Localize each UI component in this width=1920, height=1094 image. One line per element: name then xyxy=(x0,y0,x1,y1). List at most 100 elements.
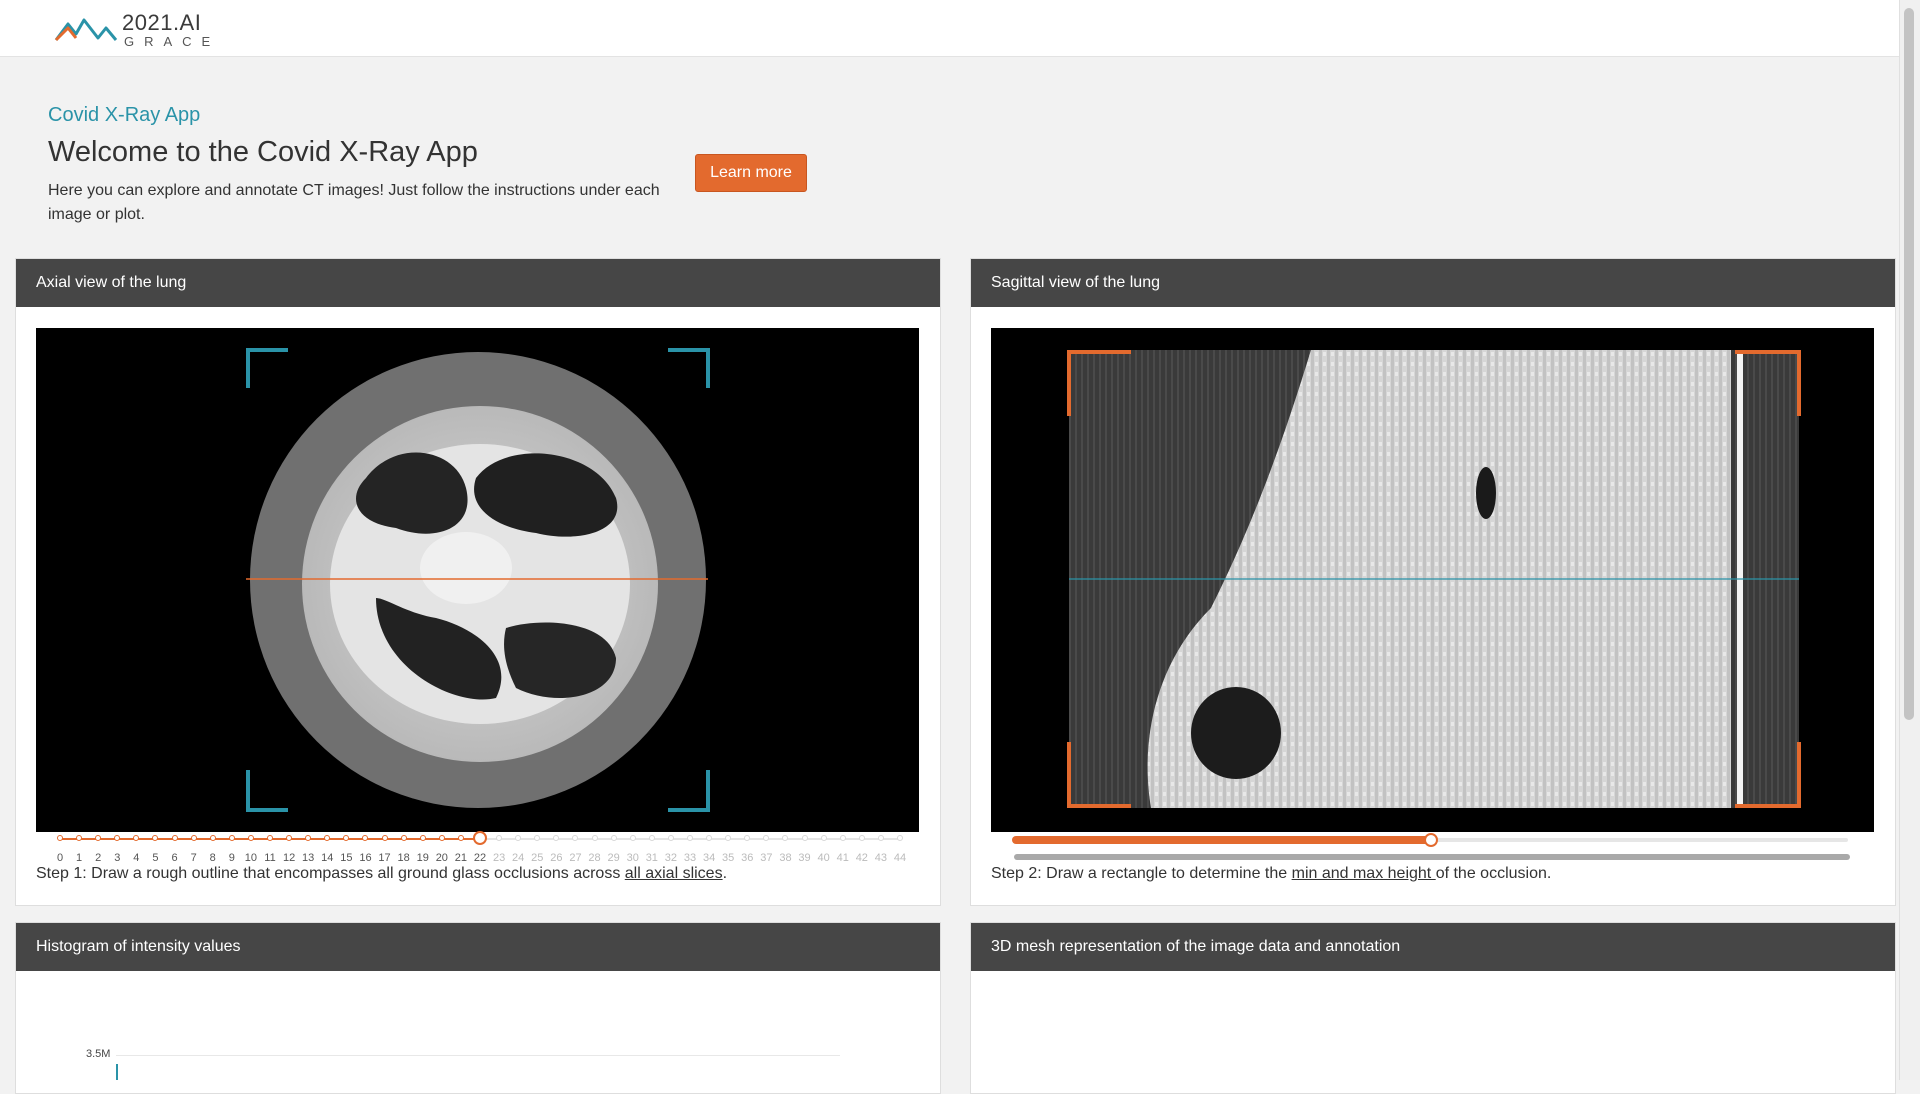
axial-slider-tick[interactable] xyxy=(725,835,732,841)
sagittal-slider-fill xyxy=(1012,836,1432,844)
mesh-panel: 3D mesh representation of the image data… xyxy=(970,922,1896,1094)
axial-slider-tick[interactable] xyxy=(839,835,846,841)
axial-slider-tick[interactable] xyxy=(152,835,159,841)
axial-slider-label: 7 xyxy=(190,852,197,864)
scrollbar-thumb[interactable] xyxy=(1904,8,1914,720)
histogram-panel-header: Histogram of intensity values xyxy=(16,923,940,971)
axial-slider-tick[interactable] xyxy=(381,835,388,841)
axial-slider-tick[interactable] xyxy=(95,835,102,841)
axial-slider-label: 24 xyxy=(512,852,525,864)
axial-slider-tick[interactable] xyxy=(400,835,407,841)
axial-step-instructions: Step 1: Draw a rough outline that encomp… xyxy=(36,865,728,882)
mountain-logo-icon xyxy=(54,18,118,42)
axial-slider-tick[interactable] xyxy=(267,835,273,841)
page-scrollbar[interactable] xyxy=(1899,0,1920,1080)
axial-slider-label: 5 xyxy=(152,852,159,864)
axial-slider-tick[interactable] xyxy=(687,835,693,841)
axial-slider-tick[interactable] xyxy=(629,835,636,841)
sagittal-slider-track xyxy=(1432,838,1848,842)
axial-slider-label: 12 xyxy=(282,852,296,864)
axial-slider-tick[interactable] xyxy=(457,835,464,841)
page-title: Welcome to the Covid X-Ray App xyxy=(48,136,478,168)
axial-slider-label: 40 xyxy=(817,852,830,864)
axial-slider-handle[interactable] xyxy=(473,831,487,845)
axial-slider-tick[interactable] xyxy=(114,835,121,841)
axial-slider-tick[interactable] xyxy=(515,835,522,841)
app-breadcrumb[interactable]: Covid X-Ray App xyxy=(48,104,200,127)
sagittal-image-viewer[interactable] xyxy=(991,328,1874,832)
axial-slider-label: 8 xyxy=(209,852,216,864)
axial-slider-tick[interactable] xyxy=(438,835,445,841)
axial-slider-label: 10 xyxy=(244,852,258,864)
axial-slider-tick[interactable] xyxy=(362,835,369,841)
histogram-bar xyxy=(116,1064,118,1080)
axial-slider-label: 44 xyxy=(893,852,907,864)
brand-logo[interactable]: 2021.AI GRACE xyxy=(54,8,214,49)
axial-slider-tick[interactable] xyxy=(343,835,350,841)
axial-slider-tick[interactable] xyxy=(763,835,770,841)
axial-slider-tick[interactable] xyxy=(305,835,312,841)
axial-slider-tick[interactable] xyxy=(324,835,331,841)
axial-slice-slider[interactable]: 0 1 2 3 4 5 6 7 8 9 10 11 12 13 14 15 16 17 18 19 20 21 22 23 24… xyxy=(57,831,906,864)
sagittal-step-instructions: Step 2: Draw a rectangle to determine th… xyxy=(991,865,1552,882)
axial-image-viewer[interactable] xyxy=(36,328,919,832)
axial-slider-label: 29 xyxy=(607,852,620,864)
sagittal-slider-handle[interactable] xyxy=(1424,833,1438,847)
axial-slider-label: 39 xyxy=(798,852,811,864)
axial-slider-tick[interactable] xyxy=(171,835,178,841)
axial-slider-label: 0 xyxy=(56,852,64,864)
axial-slider-label: 3 xyxy=(114,852,121,864)
learn-more-button[interactable]: Learn more xyxy=(695,154,807,192)
axial-slider-tick[interactable] xyxy=(247,835,254,841)
axial-panel-header: Axial view of the lung xyxy=(16,259,940,307)
axial-slider-label: 1 xyxy=(76,852,83,864)
axial-slider-label: 30 xyxy=(626,852,639,864)
axial-slider-tick[interactable] xyxy=(667,835,674,841)
axial-slider-tick[interactable] xyxy=(877,835,884,841)
axial-slider-label: 27 xyxy=(569,852,582,864)
axial-slider-tick[interactable] xyxy=(553,835,560,841)
axial-slider-label: 9 xyxy=(228,852,235,864)
axial-slider-label: 33 xyxy=(683,852,697,864)
axial-slider-tick[interactable] xyxy=(209,835,216,841)
axial-slider-tick[interactable] xyxy=(572,835,579,841)
axial-slider-label: 26 xyxy=(550,852,563,864)
axial-slider-label: 19 xyxy=(416,852,429,864)
sagittal-range-slider[interactable] xyxy=(1012,832,1856,862)
axial-slider-label: 4 xyxy=(133,852,140,864)
axial-slider-label: 42 xyxy=(855,852,868,864)
axial-slider-tick[interactable] xyxy=(858,835,865,841)
axial-slider-tick[interactable] xyxy=(801,835,808,841)
axial-slider-label: 32 xyxy=(664,852,678,864)
axial-slider-tick[interactable] xyxy=(286,835,293,841)
axial-slices-link[interactable]: all axial slices xyxy=(625,865,723,882)
axial-slider-label: 37 xyxy=(760,852,773,864)
axial-slider-label: 36 xyxy=(741,852,754,864)
axial-slider-label: 22 xyxy=(473,852,487,864)
axial-slider-label: 20 xyxy=(435,852,448,864)
axial-slider-tick[interactable] xyxy=(133,835,140,841)
axial-slider-tick[interactable] xyxy=(76,835,83,841)
axial-slider-tick[interactable] xyxy=(496,835,503,841)
axial-slider-tick[interactable] xyxy=(228,835,235,841)
min-max-height-link[interactable]: min and max height xyxy=(1292,865,1436,882)
axial-slider-tick[interactable] xyxy=(534,835,541,841)
axial-slider-tick[interactable] xyxy=(648,835,655,841)
brand-name: 2021.AI xyxy=(122,10,202,35)
axial-slider-tick[interactable] xyxy=(190,835,197,841)
axial-slider-tick[interactable] xyxy=(610,835,617,841)
axial-slider-label: 28 xyxy=(588,852,601,864)
axial-slider-tick[interactable] xyxy=(820,835,827,841)
axial-slider-tick[interactable] xyxy=(57,835,63,841)
axial-slider-tick[interactable] xyxy=(897,835,903,841)
axial-slider-label: 15 xyxy=(340,852,353,864)
axial-slider-tick[interactable] xyxy=(782,835,789,841)
axial-slider-tick[interactable] xyxy=(419,835,426,841)
axial-slider-tick[interactable] xyxy=(744,835,751,841)
axial-ct-image xyxy=(246,348,710,812)
histogram-y-tick: 3.5M xyxy=(86,1048,111,1060)
histogram-panel: Histogram of intensity values xyxy=(15,922,941,1094)
axial-slider-label: 25 xyxy=(531,852,544,864)
axial-slider-tick[interactable] xyxy=(591,835,598,841)
axial-slider-tick[interactable] xyxy=(706,835,713,841)
